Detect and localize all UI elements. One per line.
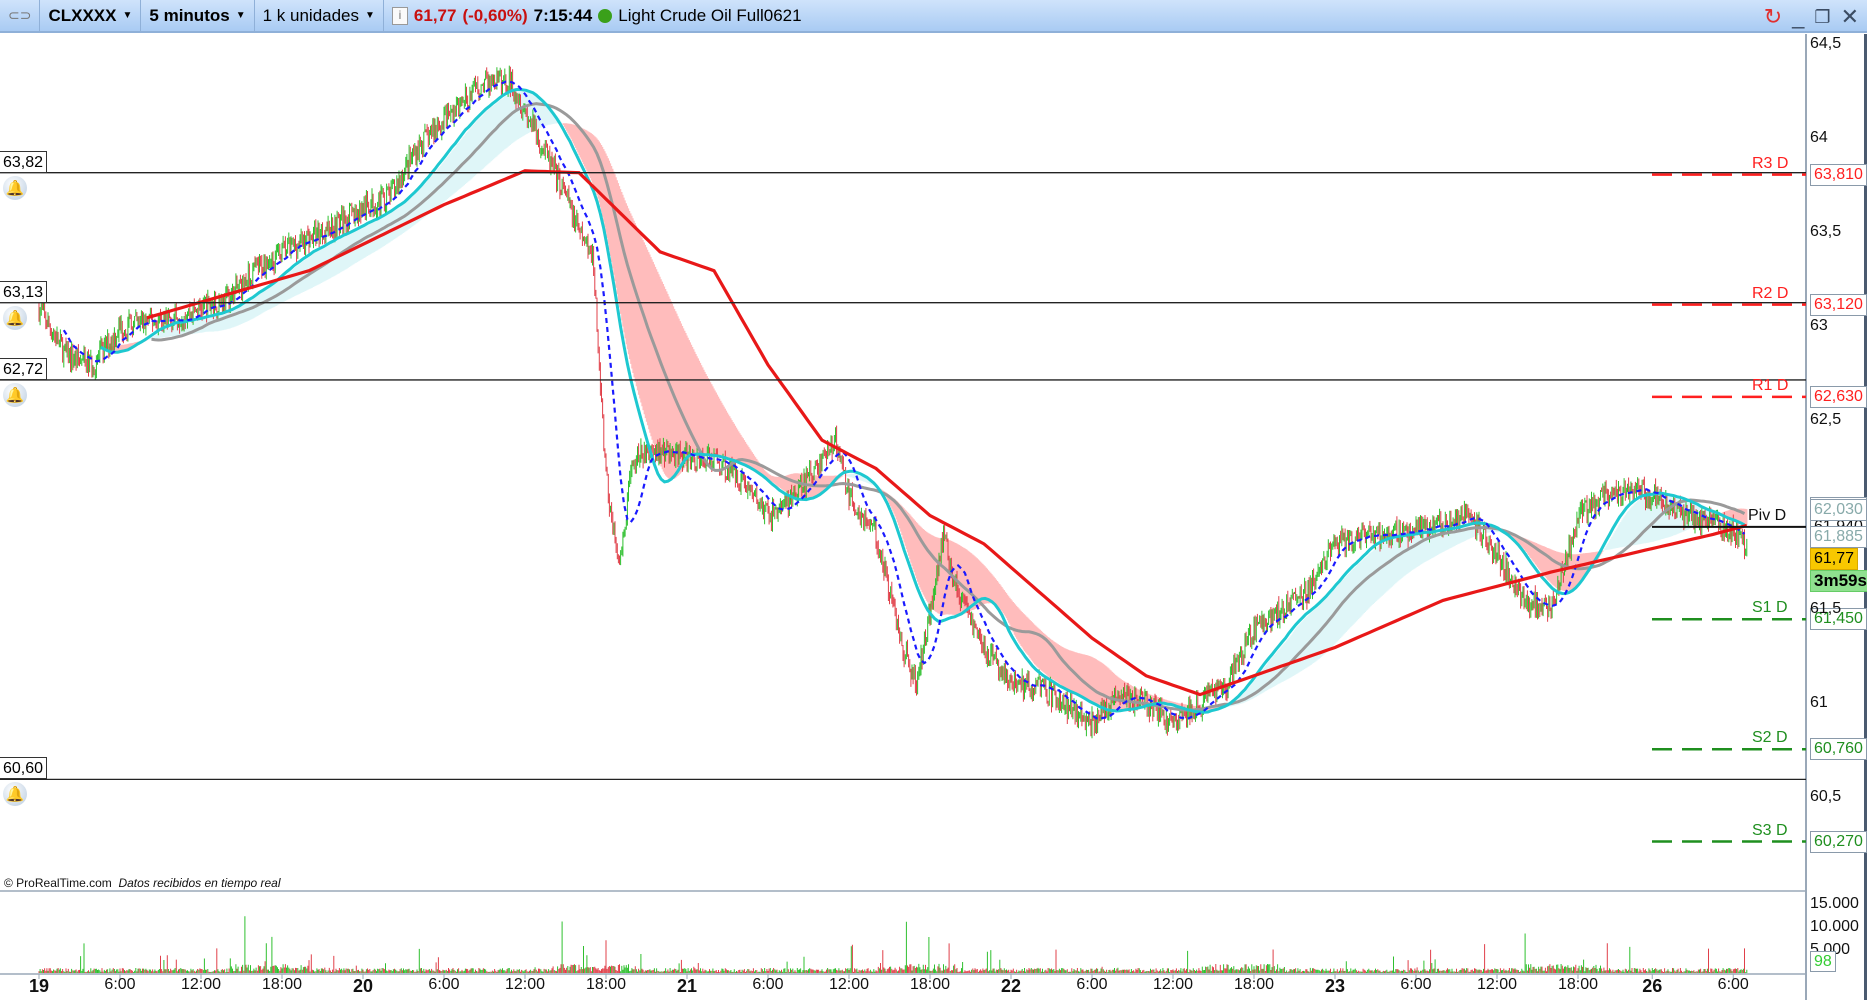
time-label: 6:00	[1400, 976, 1432, 993]
pivot-name: S2 D	[1752, 729, 1788, 747]
volume-tick: 15.000	[1810, 895, 1859, 912]
time-label: 19	[28, 976, 50, 996]
time-label: 12:00	[828, 976, 870, 993]
bell-icon[interactable]: 🔔	[3, 175, 27, 200]
ma-slow-line	[146, 169, 1748, 697]
pivot-name: R1 D	[1752, 376, 1789, 394]
bell-icon[interactable]: 🔔	[3, 305, 27, 330]
time-label: 12:00	[1152, 976, 1194, 993]
time-label: 12:00	[1476, 976, 1518, 993]
time-label: 12:00	[180, 976, 222, 993]
cloud-bullish	[147, 90, 1722, 707]
volume-up-bars	[39, 916, 1748, 973]
alert-price-label: 63,13	[0, 280, 47, 303]
time-label: 6:00	[752, 976, 784, 993]
volume-tick: 10.000	[1810, 918, 1859, 935]
pivot-price-label: 63,810	[1810, 163, 1867, 186]
alert-price-label: 62,72	[0, 357, 47, 380]
price-tick: 61,5	[1810, 599, 1842, 617]
time-label: 18:00	[585, 976, 627, 993]
price-tick: 64	[1810, 128, 1828, 146]
current-volume-label: 98	[1810, 951, 1836, 972]
price-tick: 62,5	[1810, 411, 1842, 429]
time-label: 20	[352, 976, 374, 996]
time-label: 22	[1000, 976, 1022, 996]
pivot-name: S1 D	[1752, 599, 1788, 617]
candle-countdown: 3m59s	[1810, 569, 1867, 592]
price-tick: 60,5	[1810, 788, 1842, 806]
kijun-line	[62, 80, 1746, 721]
time-label: 6:00	[1717, 976, 1749, 993]
indicator-value-label: 61,885	[1810, 526, 1867, 549]
last-price-label: 61,77	[1810, 547, 1859, 570]
time-label: 18:00	[261, 976, 303, 993]
bell-icon[interactable]: 🔔	[3, 382, 27, 407]
pivot-price-label: 60,760	[1810, 738, 1867, 761]
time-label: 12:00	[504, 976, 546, 993]
alert-price-label: 60,60	[0, 757, 47, 780]
bell-icon[interactable]: 🔔	[3, 782, 27, 807]
time-label: 18:00	[1557, 976, 1599, 993]
time-label: 6:00	[104, 976, 136, 993]
price-tick: 63	[1810, 317, 1828, 335]
pivot-name: R3 D	[1752, 154, 1789, 172]
time-label: 18:00	[1233, 976, 1275, 993]
price-tick: 63,5	[1810, 223, 1842, 240]
down-candles	[38, 66, 1745, 737]
price-tick: 61	[1810, 694, 1828, 711]
pivot-price-label: 60,270	[1810, 830, 1867, 853]
pivot-price-label: 63,120	[1810, 293, 1867, 316]
pivot-name: R2 D	[1752, 284, 1789, 302]
up-candles	[39, 65, 1748, 739]
realtime-note: Datos recibidos en tiempo real	[118, 876, 281, 890]
price-tick: 64,5	[1810, 34, 1842, 52]
time-label: 6:00	[1076, 976, 1108, 993]
time-label: 26	[1642, 976, 1663, 996]
pivot-price-label: 62,630	[1810, 385, 1867, 408]
pivot-name: Piv D	[1748, 506, 1787, 524]
time-label: 18:00	[909, 976, 951, 993]
alert-price-label: 63,82	[0, 150, 47, 173]
price-chart[interactable]	[0, 0, 1867, 1000]
time-label: 6:00	[428, 976, 460, 993]
time-label: 23	[1324, 976, 1346, 996]
indicator-value-label: 62,030	[1810, 498, 1867, 521]
copyright: © ProRealTime.com Datos recibidos en tie…	[4, 876, 281, 890]
time-label: 21	[676, 976, 698, 996]
volume-down-bars	[38, 940, 1745, 973]
ma-fast-line	[100, 87, 1746, 714]
pivot-name: S3 D	[1752, 821, 1788, 839]
